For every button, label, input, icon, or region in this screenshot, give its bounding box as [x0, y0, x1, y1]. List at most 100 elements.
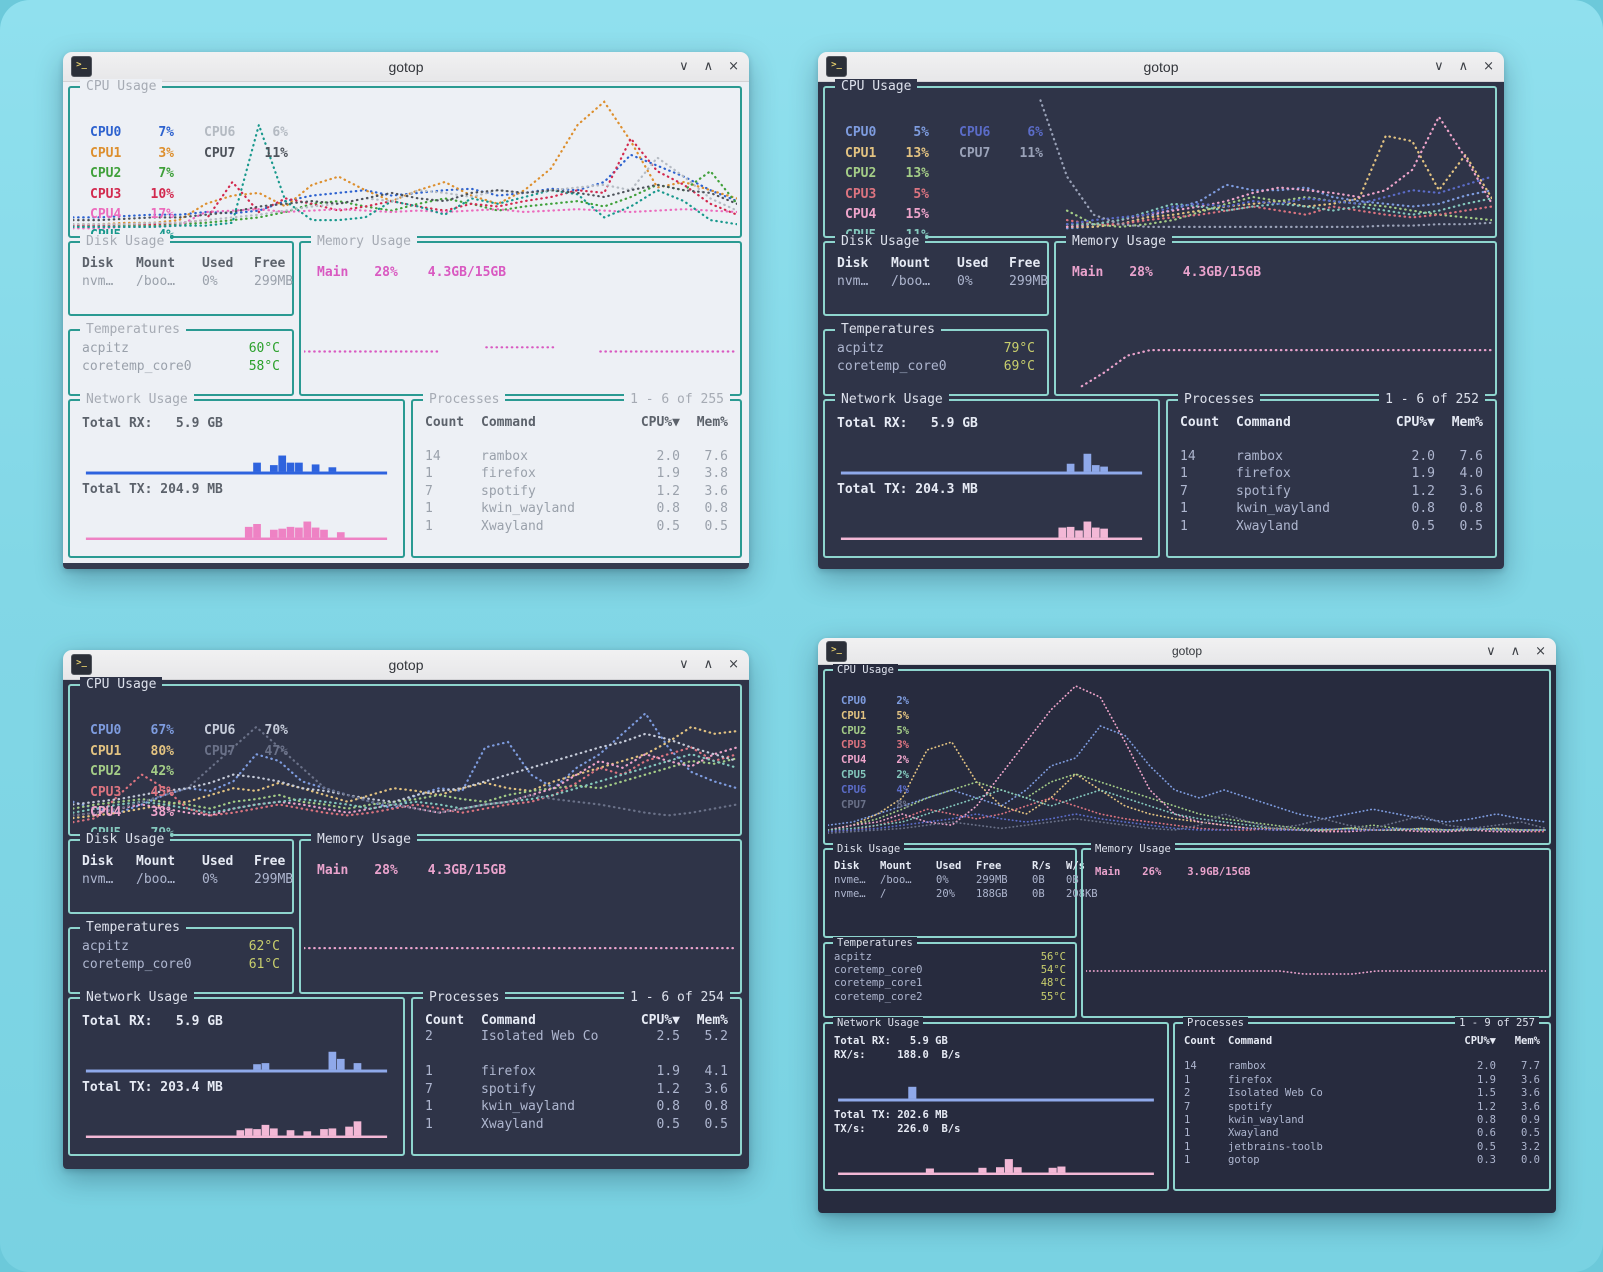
- minimize-icon[interactable]: ∨: [1486, 645, 1496, 658]
- window-titlebar[interactable]: >_ gotop ∨ ∧ ×: [63, 650, 749, 680]
- process-cell: 1.2: [622, 1081, 680, 1099]
- process-column-header[interactable]: CPU%▼: [622, 415, 680, 430]
- cpu-name: CPU3: [90, 186, 132, 204]
- temperature-row: coretemp_core061°C: [82, 956, 280, 974]
- panel-title-processes: Processes: [423, 392, 505, 407]
- cpu-value: 2%: [877, 754, 909, 768]
- disk-table: DiskMountUsedFreeR/sW/snvme…/boo…0%299MB…: [834, 860, 1066, 900]
- process-column-header: Command: [481, 1013, 622, 1028]
- maximize-icon[interactable]: ∧: [1511, 645, 1521, 658]
- panel-title-cpu: CPU Usage: [80, 79, 162, 94]
- terminal-content[interactable]: CPU Usage CPU07%CPU13%CPU27%CPU310%CPU41…: [63, 82, 749, 569]
- close-icon[interactable]: ×: [1535, 645, 1546, 658]
- process-cell: 1.2: [622, 483, 680, 501]
- process-column-header[interactable]: CPU%▼: [1377, 415, 1435, 430]
- disk-column-header: Mount: [880, 860, 936, 872]
- process-row: 7spotify1.23.6: [1184, 1101, 1540, 1114]
- cpu-value: 2%: [877, 769, 909, 783]
- window-title: gotop: [818, 59, 1504, 75]
- disk-column-header: Free: [1009, 256, 1048, 271]
- cpu-legend-item: CPU13%: [90, 145, 174, 163]
- network-usage-panel: Network Usage Total RX: 5.9 GBTotal TX: …: [68, 997, 405, 1156]
- process-row: 1firefox1.93.8: [425, 465, 728, 483]
- process-row: 7spotify1.23.6: [425, 1081, 728, 1099]
- process-row: 1firefox1.93.6: [1184, 1074, 1540, 1087]
- disk-column-header: Disk: [837, 256, 891, 271]
- process-cell: 1: [425, 465, 481, 483]
- process-cell: [1377, 430, 1435, 448]
- process-cell: firefox: [1228, 1074, 1444, 1087]
- process-column-header[interactable]: CPU%▼: [622, 1013, 680, 1028]
- cpu-value: 6%: [1001, 124, 1043, 142]
- net-tx-graph: [839, 501, 1144, 541]
- process-row: 1gotop0.30.0: [1184, 1154, 1540, 1167]
- processes-panel: Processes 1 - 6 of 252 CountCommandCPU%▼…: [1166, 399, 1497, 558]
- cpu-value: 5%: [887, 186, 929, 204]
- maximize-icon[interactable]: ∧: [1459, 60, 1469, 73]
- network-bars: [836, 1138, 1156, 1176]
- processes-range: 1 - 6 of 254: [624, 990, 730, 1005]
- close-icon[interactable]: ×: [728, 60, 739, 73]
- cpu-legend-item: CPU242%: [90, 763, 174, 781]
- network-usage-panel: Network Usage Total RX: 5.9 GBTotal TX: …: [823, 399, 1160, 558]
- cpu-value: 13%: [887, 145, 929, 163]
- memory-main-row: Main 28% 4.3GB/15GB: [1072, 265, 1261, 280]
- process-row: 14rambox2.07.6: [425, 448, 728, 466]
- minimize-icon[interactable]: ∨: [679, 658, 689, 671]
- process-cell: 1.5: [1444, 1087, 1496, 1100]
- process-cell: [425, 1046, 481, 1064]
- process-cell: [622, 430, 680, 448]
- process-cell: 0.5: [622, 518, 680, 536]
- processes-range: 1 - 6 of 252: [1379, 392, 1485, 407]
- sensor-name: coretemp_core0: [834, 964, 923, 977]
- cpu-value: 10%: [132, 186, 174, 204]
- process-column-header: Count: [425, 415, 481, 430]
- cpu-name: CPU4: [845, 206, 887, 224]
- cpu-name: CPU2: [90, 763, 132, 781]
- network-body: Total RX: 5.9 GBTotal TX: 204.9 MB: [70, 401, 403, 556]
- process-cell: Xwayland: [1228, 1127, 1444, 1140]
- process-cell: 7: [425, 1081, 481, 1099]
- cpu-value: 3%: [132, 145, 174, 163]
- cpu-value: 6%: [246, 124, 288, 142]
- memory-usage-panel: Memory Usage Main 28% 4.3GB/15GB: [299, 839, 742, 994]
- process-cell: 0.8: [680, 1098, 728, 1116]
- minimize-icon[interactable]: ∨: [679, 60, 689, 73]
- sensor-name: acpitz: [834, 951, 872, 964]
- process-column-header[interactable]: CPU%▼: [1444, 1035, 1496, 1047]
- process-row: [425, 1046, 728, 1064]
- cpu-name: CPU1: [90, 145, 132, 163]
- process-cell: [1228, 1047, 1444, 1060]
- panel-title-cpu: CPU Usage: [835, 79, 917, 94]
- process-cell: spotify: [481, 483, 622, 501]
- process-cell: 1.9: [1444, 1074, 1496, 1087]
- window-titlebar[interactable]: >_ gotop ∨ ∧ ×: [818, 52, 1504, 82]
- process-column-header: Mem%: [680, 1013, 728, 1028]
- window-titlebar[interactable]: >_ gotop ∨ ∧ ×: [818, 638, 1556, 665]
- close-icon[interactable]: ×: [1483, 60, 1494, 73]
- close-icon[interactable]: ×: [728, 658, 739, 671]
- net-tx-label: Total TX: 204.3 MB: [837, 481, 1146, 499]
- minimize-icon[interactable]: ∨: [1434, 60, 1444, 73]
- cpu-name: CPU7: [841, 799, 877, 813]
- terminal-content[interactable]: CPU Usage CPU05%CPU113%CPU213%CPU35%CPU4…: [818, 82, 1504, 569]
- process-cell: 3.8: [680, 465, 728, 483]
- cpu-legend: CPU02%CPU15%CPU25%CPU33%CPU42%CPU52%CPU6…: [841, 695, 909, 812]
- terminal-content[interactable]: CPU Usage CPU02%CPU15%CPU25%CPU33%CPU42%…: [818, 665, 1556, 1213]
- maximize-icon[interactable]: ∧: [704, 60, 714, 73]
- process-cell: spotify: [1228, 1101, 1444, 1114]
- cpu-legend-item: CPU35%: [845, 186, 929, 204]
- process-cell: 7: [1180, 483, 1236, 501]
- temperature-list: acpitz62°Ccoretemp_core061°C: [82, 938, 280, 973]
- process-cell: 1.9: [1377, 465, 1435, 483]
- panel-title-memory: Memory Usage: [311, 234, 417, 249]
- cpu-value: 47%: [246, 743, 288, 761]
- process-cell: 0.9: [1496, 1114, 1540, 1127]
- cpu-name: CPU2: [90, 165, 132, 183]
- disk-table: DiskMountUsedFreenvm…/boo…0%299MB: [82, 854, 280, 887]
- maximize-icon[interactable]: ∧: [704, 658, 714, 671]
- process-cell: 1: [425, 1116, 481, 1134]
- window-titlebar[interactable]: >_ gotop ∨ ∧ ×: [63, 52, 749, 82]
- process-cell: 3.2: [1496, 1141, 1540, 1154]
- terminal-content[interactable]: CPU Usage CPU067%CPU180%CPU242%CPU345%CP…: [63, 680, 749, 1169]
